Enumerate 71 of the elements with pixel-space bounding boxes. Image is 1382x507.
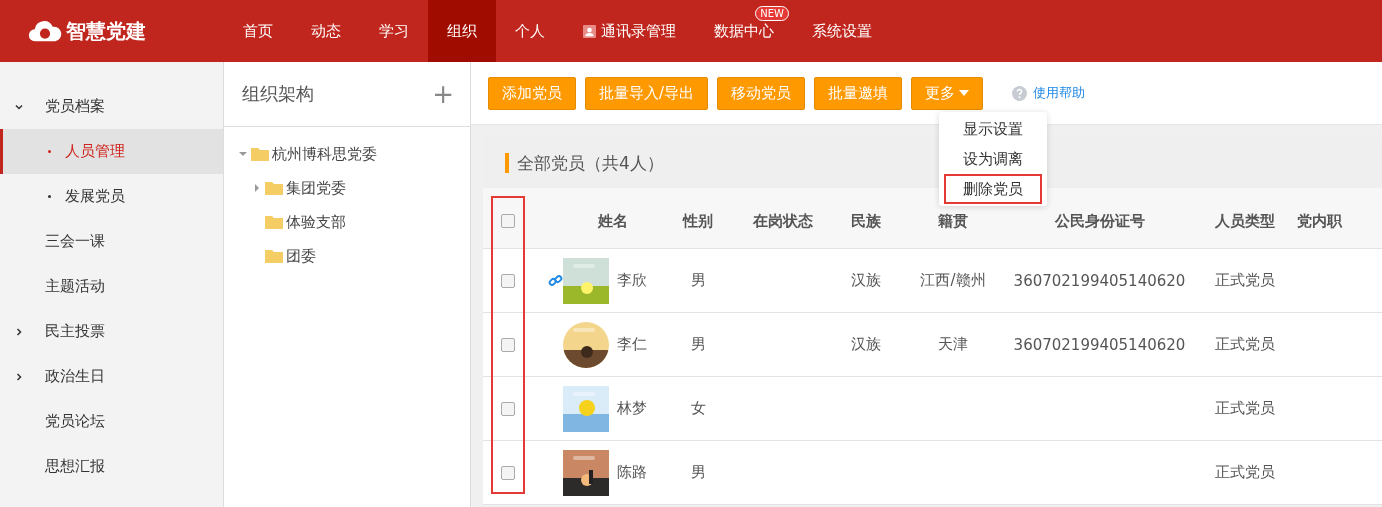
table-cell: 林梦 — [617, 399, 647, 418]
new-badge: NEW — [755, 6, 789, 21]
table-cell: 360702199405140620 — [1013, 335, 1186, 354]
tree-node[interactable]: 杭州博科思党委 — [272, 144, 377, 164]
tree-node[interactable]: 集团党委 — [286, 178, 346, 198]
help-icon — [1012, 85, 1028, 101]
tree-node[interactable]: 团委 — [286, 246, 316, 266]
panel-title: 组织架构 — [242, 82, 314, 106]
tree-node[interactable]: 体验支部 — [286, 212, 346, 232]
table-cell: 汉族 — [851, 271, 881, 290]
table-cell: 天津 — [938, 335, 968, 354]
nav-tab[interactable]: 动态 — [311, 22, 341, 40]
table-cell: 正式党员 — [1214, 399, 1275, 418]
menu-item[interactable]: 删除党员 — [944, 174, 1042, 204]
table-cell: 男 — [690, 463, 706, 482]
table-cell: 正式党员 — [1214, 271, 1275, 290]
column-header: 性别 — [683, 211, 713, 231]
column-header: 人员类型 — [1214, 211, 1275, 231]
folder-icon — [265, 215, 283, 229]
sidebar-item[interactable]: 党员论坛 — [0, 399, 223, 444]
link-icon[interactable] — [548, 273, 563, 288]
folder-icon — [265, 181, 283, 195]
nav-tab[interactable]: 首页 — [243, 22, 273, 40]
add-button[interactable]: + — [432, 79, 454, 109]
help-link[interactable]: 使用帮助 — [1033, 84, 1086, 102]
table-cell: 男 — [690, 335, 706, 354]
nav-tab[interactable]: 个人 — [515, 22, 545, 40]
sidebar-item[interactable]: 三会一课 — [0, 219, 223, 264]
column-header: 在岗状态 — [753, 211, 813, 231]
caret-icon[interactable] — [239, 150, 247, 158]
table-cell: 正式党员 — [1214, 335, 1275, 354]
app-logo: 智慧党建 — [66, 17, 146, 45]
table-cell: 女 — [690, 399, 706, 418]
nav-tab[interactable]: 系统设置 — [812, 22, 872, 40]
column-header: 姓名 — [598, 211, 628, 231]
table-title: 全部党员（共4人） — [517, 151, 664, 175]
caret-icon[interactable] — [253, 184, 261, 192]
sidebar-item[interactable]: 党员档案 — [0, 84, 223, 129]
caret-icon — [959, 90, 970, 96]
column-header: 民族 — [851, 211, 881, 231]
checkbox[interactable] — [501, 214, 515, 228]
row-checkbox[interactable] — [501, 337, 515, 352]
nav-tab[interactable]: 通讯录管理 — [583, 22, 676, 40]
sidebar-item[interactable]: 政治生日 — [0, 354, 223, 399]
row-checkbox[interactable] — [501, 465, 515, 480]
table-cell: 李欣 — [617, 271, 647, 290]
folder-icon — [265, 249, 283, 263]
table-cell: 江西/赣州 — [920, 271, 986, 290]
cloud-logo-icon — [28, 18, 62, 44]
table-cell: 汉族 — [851, 335, 881, 354]
sidebar-item[interactable]: 思想汇报 — [0, 444, 223, 489]
table-cell: 陈路 — [617, 463, 647, 482]
column-header: 党内职 — [1297, 211, 1342, 231]
sidebar-item[interactable]: 民主投票 — [0, 309, 223, 354]
menu-item[interactable]: 设为调离 — [944, 144, 1042, 174]
table-cell: 男 — [690, 271, 706, 290]
table-cell: 正式党员 — [1214, 463, 1275, 482]
table-cell: 李仁 — [617, 335, 647, 354]
nav-tab[interactable]: 组织 — [428, 0, 496, 62]
row-checkbox[interactable] — [501, 401, 515, 416]
sidebar-subitem[interactable]: 发展党员 — [0, 174, 223, 219]
column-header: 籍贯 — [938, 211, 968, 231]
nav-tab[interactable]: 学习 — [379, 22, 409, 40]
nav-tab[interactable]: 数据中心 — [714, 22, 774, 40]
folder-icon — [251, 147, 269, 161]
column-header: 公民身份证号 — [1054, 211, 1145, 231]
table-cell: 360702199405140620 — [1013, 271, 1186, 290]
menu-item[interactable]: 显示设置 — [944, 114, 1042, 144]
row-checkbox[interactable] — [501, 273, 515, 288]
sidebar-item[interactable]: 主题活动 — [0, 264, 223, 309]
sidebar-subitem[interactable]: 人员管理 — [0, 129, 223, 174]
